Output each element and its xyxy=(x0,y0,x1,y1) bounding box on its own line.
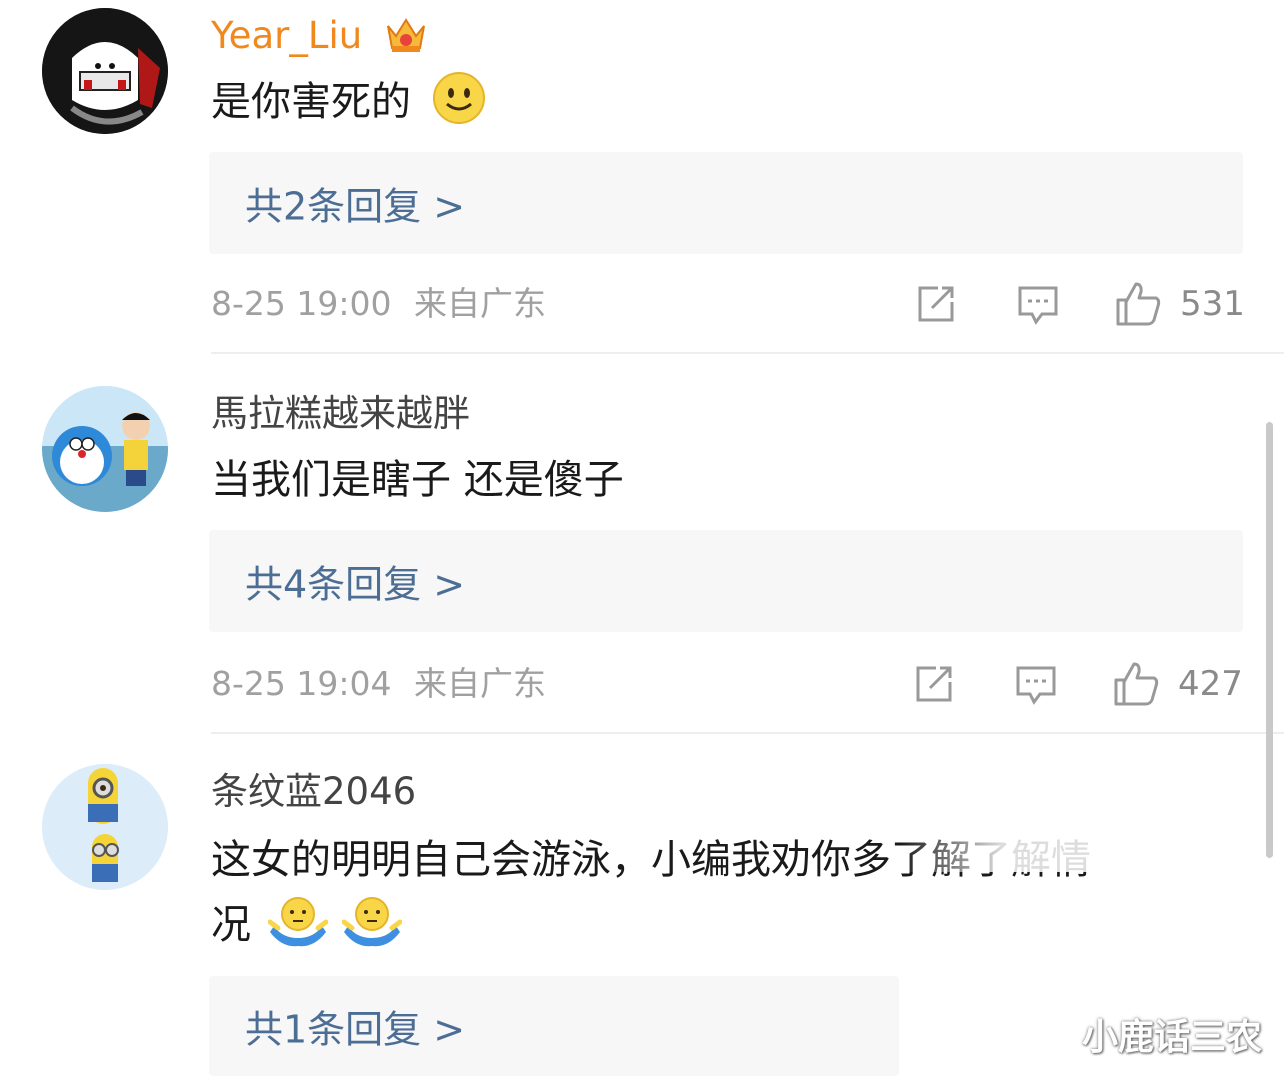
watermark: 小鹿话三农 xyxy=(1082,1017,1263,1058)
username-text[interactable]: Year_Liu xyxy=(211,14,362,57)
reply-summary-label[interactable]: 共1条回复 > xyxy=(245,999,465,1054)
comment-text-line-2: 况 xyxy=(211,892,1231,967)
username[interactable]: Year_Liu xyxy=(211,12,428,66)
comment-text: 当我们是瞎子 还是傻子 xyxy=(211,448,1231,512)
comment-meta: 8-25 19:04 来自广东 xyxy=(211,664,546,704)
avatar[interactable] xyxy=(42,386,168,512)
comment-date: 8-25 19:00 xyxy=(211,284,392,323)
reply-summary-button[interactable]: 共2条回复 > xyxy=(209,152,1243,254)
username[interactable]: 条纹蓝2046 xyxy=(211,768,416,816)
comment-date: 8-25 19:04 xyxy=(211,664,392,703)
reply-summary-button[interactable]: 共4条回复 > xyxy=(209,530,1243,632)
like-icon[interactable] xyxy=(1114,280,1164,328)
text-overlay-fade xyxy=(900,828,1240,872)
shrug-emoji-icon xyxy=(341,892,403,967)
comment-text: 是你害死的 xyxy=(211,70,1231,144)
comment-meta: 8-25 19:00 来自广东 xyxy=(211,284,546,324)
comment-text-body: 是你害死的 xyxy=(211,79,411,125)
comment-icon[interactable] xyxy=(1014,662,1058,706)
like-count: 531 xyxy=(1180,284,1245,324)
share-icon[interactable] xyxy=(912,662,956,706)
avatar-image xyxy=(42,386,168,512)
reply-summary-button[interactable]: 共1条回复 > xyxy=(209,976,899,1076)
reply-summary-label[interactable]: 共4条回复 > xyxy=(245,554,465,609)
avatar-image xyxy=(42,8,168,134)
like-count: 427 xyxy=(1178,664,1243,704)
shrug-emoji-icon xyxy=(267,892,329,967)
comment-location: 来自广东 xyxy=(414,664,546,703)
divider xyxy=(211,732,1284,734)
scrollbar[interactable] xyxy=(1266,422,1273,858)
crown-icon xyxy=(384,14,428,66)
reply-summary-label[interactable]: 共2条回复 > xyxy=(245,176,465,231)
comment-location: 来自广东 xyxy=(414,284,546,323)
avatar[interactable] xyxy=(42,8,168,134)
username-text[interactable]: 馬拉糕越来越胖 xyxy=(211,392,470,435)
username-text[interactable]: 条纹蓝2046 xyxy=(211,770,416,813)
avatar-image xyxy=(42,764,168,890)
comment-icon[interactable] xyxy=(1016,282,1060,326)
username[interactable]: 馬拉糕越来越胖 xyxy=(211,390,470,438)
divider xyxy=(211,352,1284,354)
like-icon[interactable] xyxy=(1112,660,1162,708)
share-icon[interactable] xyxy=(914,282,958,326)
smile-emoji-icon xyxy=(432,71,486,144)
comment-text-body: 当我们是瞎子 还是傻子 xyxy=(211,457,624,503)
comment-text-continued: 况 xyxy=(211,902,251,948)
avatar[interactable] xyxy=(42,764,168,890)
